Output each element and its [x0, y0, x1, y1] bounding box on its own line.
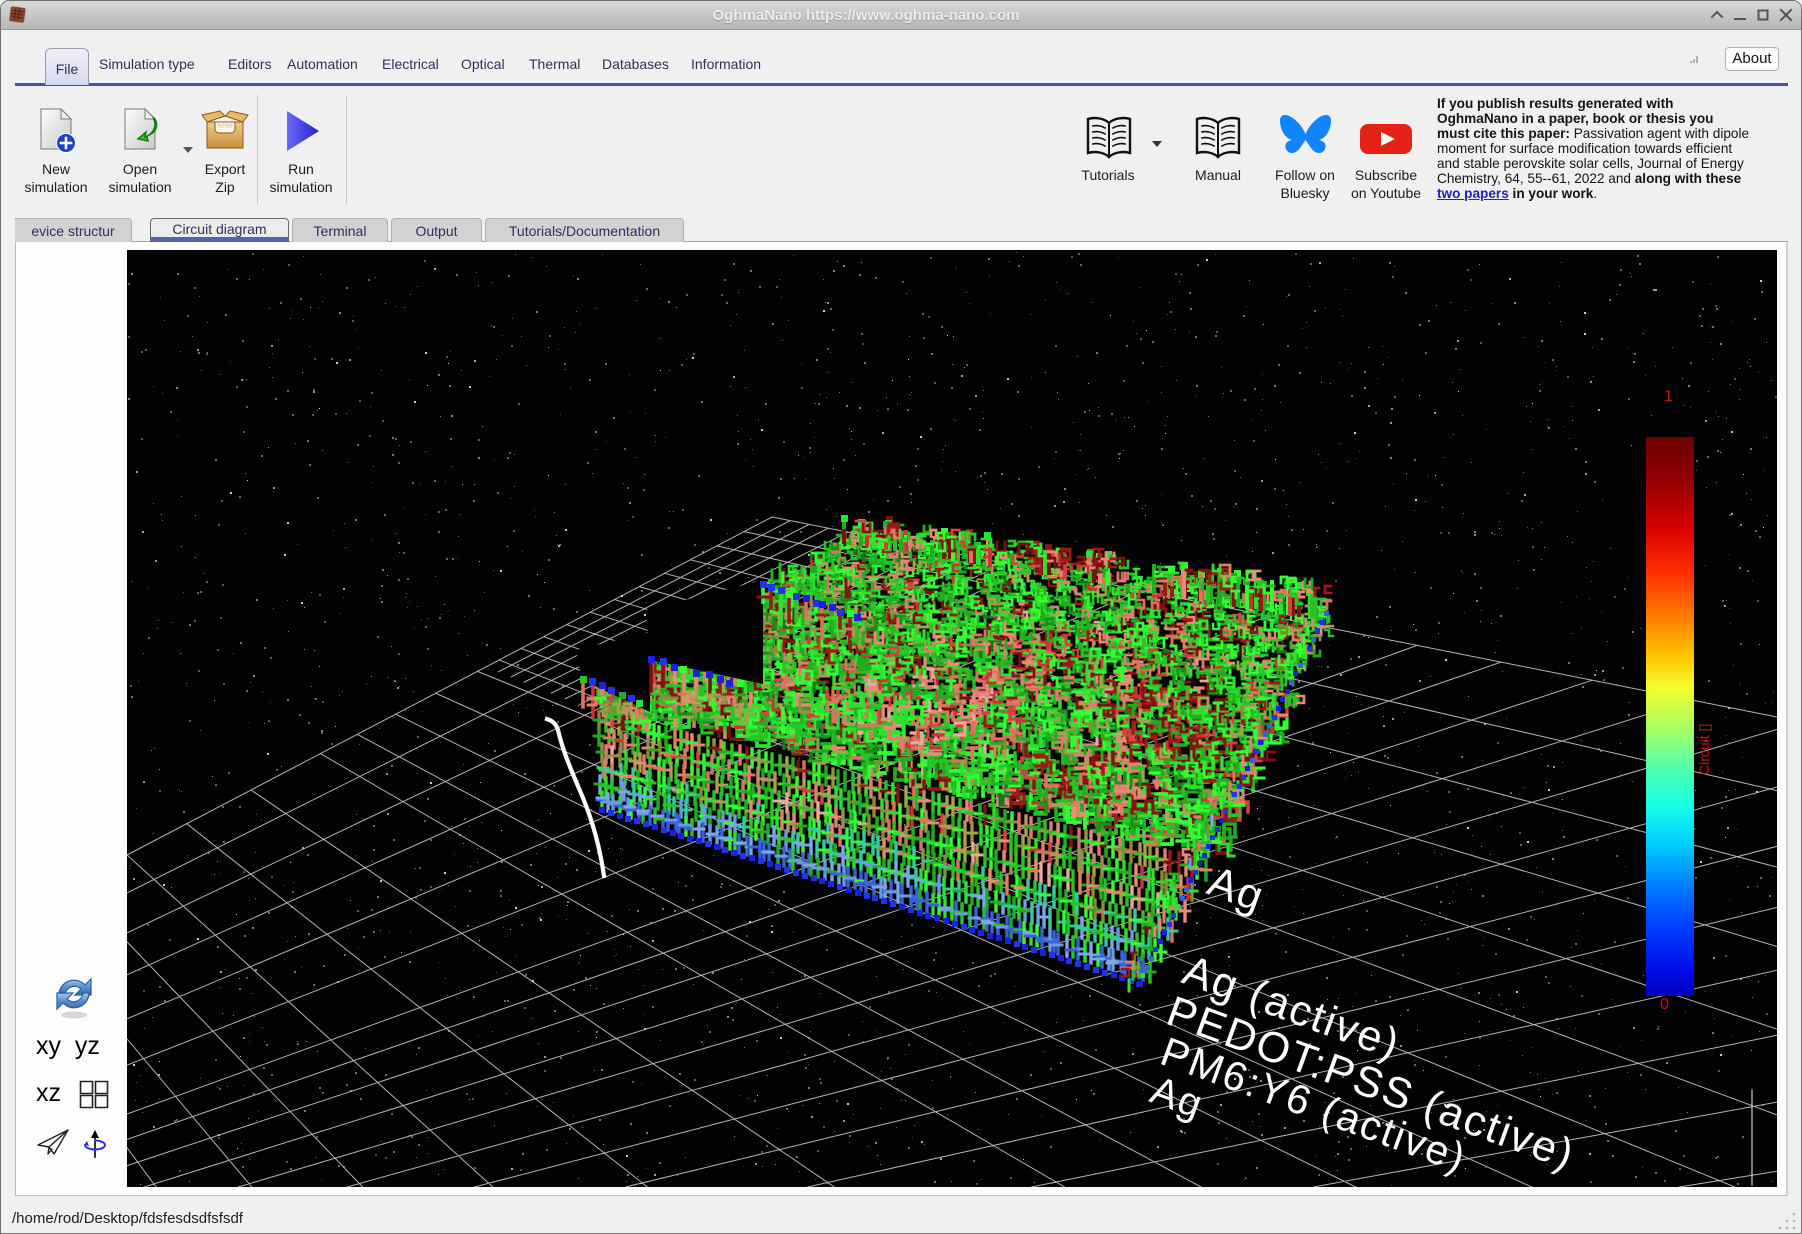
svg-text:Circuit []: Circuit [] — [1696, 724, 1712, 775]
svg-text:0: 0 — [1660, 996, 1669, 1013]
svg-text:1: 1 — [1664, 388, 1673, 405]
